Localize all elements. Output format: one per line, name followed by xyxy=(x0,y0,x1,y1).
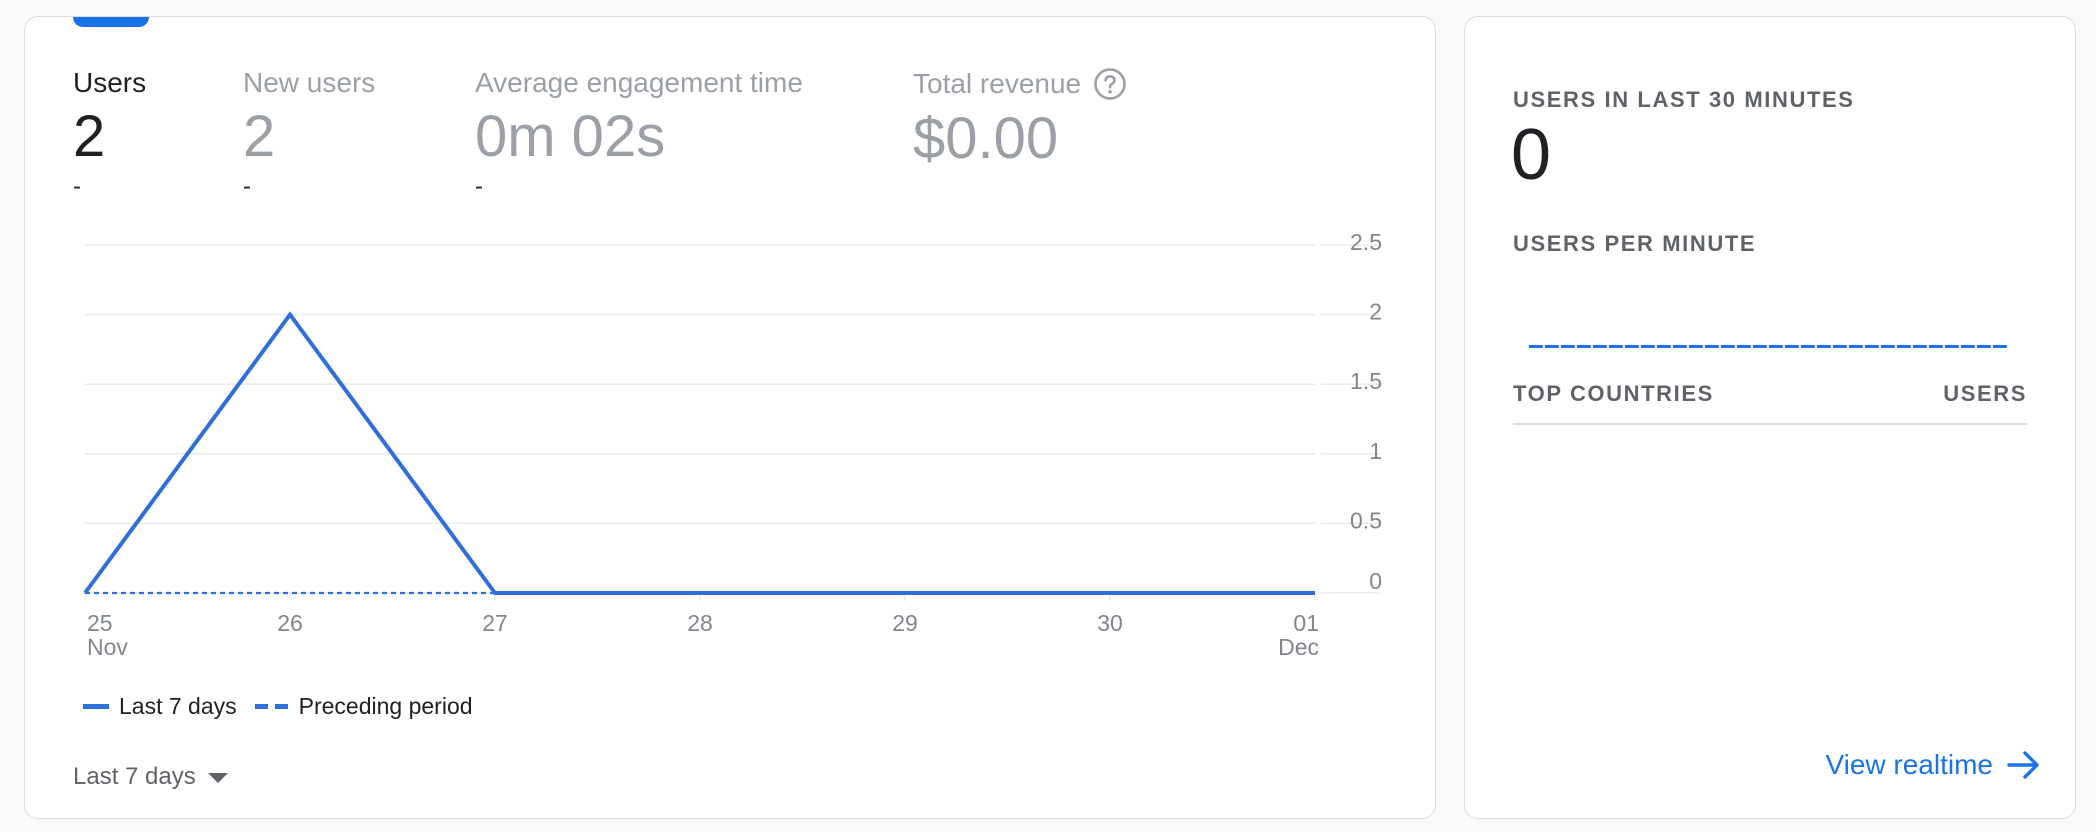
minute-bar xyxy=(1769,345,1783,348)
overview-card: Users 2 - New users 2 - Average engageme… xyxy=(24,16,1436,819)
minute-bar xyxy=(1705,345,1719,348)
minute-bar xyxy=(1529,345,1543,348)
x-tick-label: 30 xyxy=(1097,610,1123,636)
y-tick-label: 2.5 xyxy=(1350,229,1382,255)
y-tick-label: 0 xyxy=(1369,568,1382,594)
x-tick-label: 01 xyxy=(1293,610,1319,636)
x-tick-label: 25 xyxy=(87,610,113,636)
minute-bar xyxy=(1673,345,1687,348)
x-tick-label: 26 xyxy=(277,610,303,636)
minute-bar xyxy=(1913,345,1927,348)
realtime-users-value: 0 xyxy=(1511,115,1552,195)
minute-bar xyxy=(1545,345,1559,348)
y-tick-label: 1 xyxy=(1369,438,1382,464)
y-tick-label: 2 xyxy=(1369,299,1382,325)
x-sublabel-first: Nov xyxy=(87,634,128,660)
legend-label: Preceding period xyxy=(298,693,473,719)
y-tick-label: 1.5 xyxy=(1350,368,1382,394)
minute-bar xyxy=(1609,345,1623,348)
minute-bar xyxy=(1865,345,1879,348)
minute-bar xyxy=(1849,345,1863,348)
legend-label: Last 7 days xyxy=(119,693,237,719)
minute-bar xyxy=(1785,345,1799,348)
caret-down-icon xyxy=(207,773,228,783)
top-countries-heading: TOP COUNTRIES xyxy=(1513,381,1714,406)
minute-bar xyxy=(1945,345,1959,348)
minute-bar xyxy=(1961,345,1975,348)
date-range-dropdown[interactable]: Last 7 days xyxy=(73,763,228,791)
view-realtime-link[interactable]: View realtime xyxy=(1825,749,2041,781)
legend-item-preceding-period: Preceding period xyxy=(254,693,473,720)
minute-bar xyxy=(1977,345,1991,348)
legend-swatch-solid xyxy=(83,704,109,709)
minute-bar xyxy=(1577,345,1591,348)
x-tick-label: 28 xyxy=(687,610,713,636)
date-range-label: Last 7 days xyxy=(73,763,196,790)
users-per-minute-bars xyxy=(1529,345,2007,348)
minute-bar xyxy=(1561,345,1575,348)
x-tick-label: 27 xyxy=(482,610,508,636)
minute-bar xyxy=(1593,345,1607,348)
minute-bar xyxy=(1737,345,1751,348)
minute-bar xyxy=(1657,345,1671,348)
realtime-users-heading: USERS IN LAST 30 MINUTES xyxy=(1513,87,1855,112)
x-sublabel-last: Dec xyxy=(1278,634,1319,660)
minute-bar xyxy=(1641,345,1655,348)
minute-bar xyxy=(1929,345,1943,348)
users-column-heading: USERS xyxy=(1943,381,2027,406)
view-realtime-label: View realtime xyxy=(1825,749,1993,780)
minute-bar xyxy=(1801,345,1815,348)
users-per-minute-heading: USERS PER MINUTE xyxy=(1513,231,1757,256)
x-tick-label: 29 xyxy=(892,610,918,636)
minute-bar xyxy=(1817,345,1831,348)
minute-bar xyxy=(1833,345,1847,348)
minute-bar xyxy=(1753,345,1767,348)
minute-bar xyxy=(1625,345,1639,348)
y-tick-label: 0.5 xyxy=(1350,507,1382,533)
table-divider xyxy=(1513,423,2027,425)
chart-legend: Last 7 days Preceding period xyxy=(83,693,491,720)
minute-bar xyxy=(1897,345,1911,348)
users-line-chart: 2.5 2 1.5 1 0.5 0 25 26 27 28 29 30 01 Nov Dec xyxy=(83,229,1382,660)
legend-swatch-dashed xyxy=(254,704,288,709)
legend-item-last-7-days: Last 7 days xyxy=(83,693,237,720)
minute-bar xyxy=(1881,345,1895,348)
arrow-right-icon xyxy=(2007,751,2039,779)
minute-bar xyxy=(1689,345,1703,348)
realtime-card: USERS IN LAST 30 MINUTES 0 USERS PER MIN… xyxy=(1464,16,2076,819)
minute-bar xyxy=(1993,345,2007,348)
minute-bar xyxy=(1721,345,1735,348)
